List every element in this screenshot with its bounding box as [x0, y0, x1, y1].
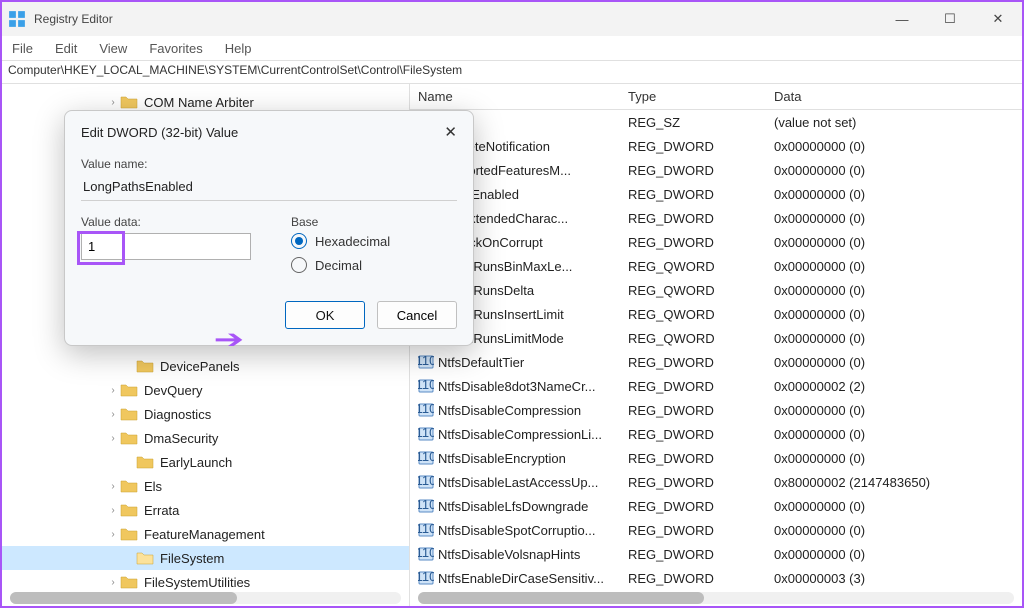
svg-text:110: 110	[418, 498, 434, 512]
app-icon	[8, 10, 26, 28]
value-name-label: Value name:	[81, 157, 457, 171]
col-data[interactable]: Data	[766, 89, 1022, 104]
list-row[interactable]: 110achedRunsBinMaxLe...REG_QWORD0x000000…	[410, 254, 1022, 278]
tree-item[interactable]: FileSystem	[2, 546, 409, 570]
tree-item[interactable]: ›Diagnostics	[2, 402, 409, 426]
tree-item[interactable]: ›FileSystemUtilities	[2, 570, 409, 594]
svg-text:110: 110	[418, 354, 434, 368]
dialog-close-icon[interactable]: ✕	[444, 123, 457, 141]
titlebar: Registry Editor — ☐ ✕	[2, 2, 1022, 36]
svg-text:110: 110	[418, 474, 434, 488]
tree-item[interactable]: EarlyLaunch	[2, 450, 409, 474]
menu-help[interactable]: Help	[225, 41, 252, 56]
list-pane[interactable]: Name Type Data ablt)REG_SZ(value not set…	[410, 84, 1022, 606]
list-row[interactable]: 110leDeleteNotificationREG_DWORD0x000000…	[410, 134, 1022, 158]
list-row[interactable]: 110SupportedFeaturesM...REG_DWORD0x00000…	[410, 158, 1022, 182]
list-row[interactable]: 110NtfsDisableLfsDowngradeREG_DWORD0x000…	[410, 494, 1022, 518]
tree-item[interactable]: DevicePanels	[2, 354, 409, 378]
cancel-button[interactable]: Cancel	[377, 301, 457, 329]
tree-scrollbar-thumb[interactable]	[10, 592, 237, 604]
list-row[interactable]: ablt)REG_SZ(value not set)	[410, 110, 1022, 134]
tree-item[interactable]: ›DmaSecurity	[2, 426, 409, 450]
list-row[interactable]: 110achedRunsInsertLimitREG_QWORD0x000000…	[410, 302, 1022, 326]
menu-view[interactable]: View	[99, 41, 127, 56]
svg-text:110: 110	[418, 450, 434, 464]
list-row[interactable]: 110NtfsDisableCompressionREG_DWORD0x0000…	[410, 398, 1022, 422]
list-row[interactable]: 110igcheckOnCorruptREG_DWORD0x00000000 (…	[410, 230, 1022, 254]
tree-item[interactable]: ›DevQuery	[2, 378, 409, 402]
list-row[interactable]: 110NtfsDisableEncryptionREG_DWORD0x00000…	[410, 446, 1022, 470]
svg-text:110: 110	[418, 570, 434, 584]
radio-hexadecimal[interactable]: Hexadecimal	[291, 233, 390, 249]
list-row[interactable]: 110NtfsEnableDirCaseSensitiv...REG_DWORD…	[410, 566, 1022, 590]
value-name-field: LongPathsEnabled	[81, 175, 457, 201]
list-row[interactable]: 110achedRunsDeltaREG_QWORD0x00000000 (0)	[410, 278, 1022, 302]
list-row[interactable]: 110llowExtendedCharac...REG_DWORD0x00000…	[410, 206, 1022, 230]
base-label: Base	[291, 215, 390, 229]
list-row[interactable]: 110PathsEnabledREG_DWORD0x00000000 (0)	[410, 182, 1022, 206]
menu-favorites[interactable]: Favorites	[149, 41, 202, 56]
list-header: Name Type Data	[410, 84, 1022, 110]
svg-text:110: 110	[418, 378, 434, 392]
window-title: Registry Editor	[34, 12, 113, 26]
dialog-title: Edit DWORD (32-bit) Value	[81, 125, 238, 140]
svg-text:110: 110	[418, 546, 434, 560]
menu-file[interactable]: File	[12, 41, 33, 56]
address-bar[interactable]: Computer\HKEY_LOCAL_MACHINE\SYSTEM\Curre…	[2, 60, 1022, 84]
value-data-label: Value data:	[81, 215, 251, 229]
menu-edit[interactable]: Edit	[55, 41, 77, 56]
list-scrollbar-thumb[interactable]	[418, 592, 704, 604]
edit-dword-dialog: Edit DWORD (32-bit) Value ✕ Value name: …	[64, 110, 474, 346]
svg-text:110: 110	[418, 522, 434, 536]
svg-text:110: 110	[418, 426, 434, 440]
radio-decimal[interactable]: Decimal	[291, 257, 390, 273]
minimize-button[interactable]: —	[884, 5, 920, 33]
tree-item[interactable]: ›Els	[2, 474, 409, 498]
menubar: File Edit View Favorites Help	[2, 36, 1022, 60]
tree-item[interactable]: ›Errata	[2, 498, 409, 522]
tree-item[interactable]: ›FeatureManagement	[2, 522, 409, 546]
list-row[interactable]: 110NtfsDisableVolsnapHintsREG_DWORD0x000…	[410, 542, 1022, 566]
list-row[interactable]: 110NtfsDisable8dot3NameCr...REG_DWORD0x0…	[410, 374, 1022, 398]
tree-scrollbar[interactable]	[10, 592, 401, 604]
maximize-button[interactable]: ☐	[932, 5, 968, 33]
svg-text:110: 110	[418, 402, 434, 416]
value-data-input[interactable]	[81, 233, 251, 260]
col-type[interactable]: Type	[620, 89, 766, 104]
list-row[interactable]: 110NtfsDisableCompressionLi...REG_DWORD0…	[410, 422, 1022, 446]
list-scrollbar[interactable]	[418, 592, 1014, 604]
col-name[interactable]: Name	[410, 89, 620, 104]
ok-button[interactable]: OK	[285, 301, 365, 329]
list-row[interactable]: 110NtfsDisableSpotCorruptio...REG_DWORD0…	[410, 518, 1022, 542]
list-row[interactable]: 110NtfsDefaultTierREG_DWORD0x00000000 (0…	[410, 350, 1022, 374]
list-row[interactable]: 110NtfsDisableLastAccessUp...REG_DWORD0x…	[410, 470, 1022, 494]
list-row[interactable]: 110achedRunsLimitModeREG_QWORD0x00000000…	[410, 326, 1022, 350]
close-button[interactable]: ✕	[980, 5, 1016, 33]
